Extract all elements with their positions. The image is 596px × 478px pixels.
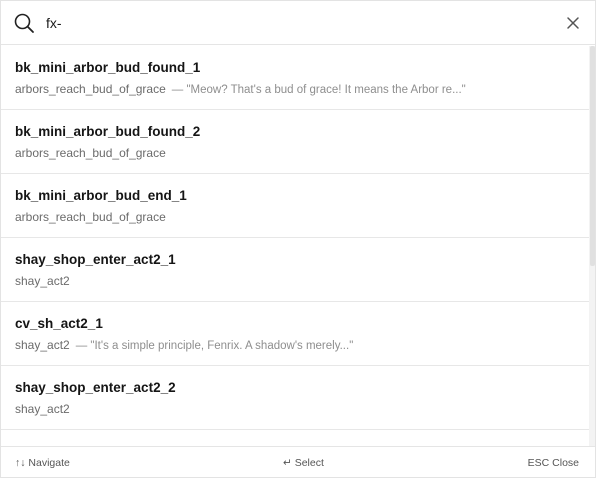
result-title: bk_mini_arbor_bud_end_1 <box>15 188 187 203</box>
search-bar <box>1 1 595 45</box>
list-item[interactable]: shay_shop_enter_act2_2 shay_act2 <box>1 366 589 430</box>
list-item[interactable]: bk_mini_arbor_bud_end_1 arbors_reach_bud… <box>1 174 589 238</box>
list-item[interactable]: shay_shop_enter_act2_1 shay_act2 <box>1 238 589 302</box>
result-group: arbors_reach_bud_of_grace <box>15 210 166 224</box>
result-snippet: — "Meow? That's a bud of grace! It means… <box>171 84 466 96</box>
result-group: arbors_reach_bud_of_grace <box>15 146 166 160</box>
result-subtitle: arbors_reach_bud_of_grace <box>15 210 166 224</box>
result-title: bk_mini_arbor_bud_found_1 <box>15 60 201 75</box>
result-title: bk_mini_arbor_bud_found_2 <box>15 124 201 139</box>
result-subtitle: arbors_reach_bud_of_grace — "Meow? That's… <box>15 82 466 96</box>
footer-hints: ↑↓ Navigate ↵ Select ESC Close <box>1 446 595 477</box>
result-subtitle: arbors_reach_bud_of_grace <box>15 146 166 160</box>
result-snippet: — "It's a simple principle, Fenrix. A sh… <box>75 340 354 352</box>
list-item[interactable]: cv_sh_act2_1 shay_act2 — "It's a simple p… <box>1 302 589 366</box>
close-hint[interactable]: ESC Close <box>528 457 579 469</box>
result-group: shay_act2 <box>15 402 70 416</box>
result-title: shay_shop_enter_act2_1 <box>15 252 176 267</box>
result-subtitle: shay_act2 — "It's a simple principle, Fen… <box>15 338 353 352</box>
list-item[interactable]: bk_mini_arbor_bud_found_2 arbors_reach_b… <box>1 110 589 174</box>
result-group: shay_act2 <box>15 274 70 288</box>
results-list: bk_mini_arbor_bud_found_1 arbors_reach_b… <box>1 46 589 446</box>
navigate-hint: ↑↓ Navigate <box>15 457 70 469</box>
result-group: shay_act2 <box>15 338 70 352</box>
result-title: shay_shop_enter_act2_2 <box>15 380 176 395</box>
scrollbar-thumb[interactable] <box>590 46 595 266</box>
result-subtitle: shay_act2 <box>15 402 70 416</box>
search-input[interactable] <box>46 12 526 34</box>
result-title: cv_sh_act2_1 <box>15 316 103 331</box>
search-icon <box>13 12 35 34</box>
select-hint: ↵ Select <box>283 457 324 469</box>
list-item[interactable]: bk_mini_arbor_bud_found_1 arbors_reach_b… <box>1 46 589 110</box>
result-subtitle: shay_act2 <box>15 274 70 288</box>
close-icon[interactable] <box>563 13 583 33</box>
scrollbar[interactable] <box>589 46 595 446</box>
command-palette: bk_mini_arbor_bud_found_1 arbors_reach_b… <box>0 0 596 478</box>
result-group: arbors_reach_bud_of_grace <box>15 82 166 96</box>
